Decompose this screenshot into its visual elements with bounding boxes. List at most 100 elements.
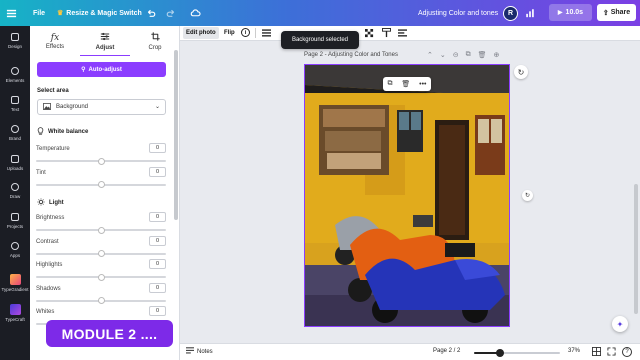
home-icon[interactable] bbox=[6, 0, 17, 26]
slider-value-input[interactable]: 0 bbox=[149, 235, 166, 246]
refresh-icon[interactable]: ↻ bbox=[514, 65, 528, 79]
copy-icon[interactable]: ⧉ bbox=[387, 80, 392, 88]
sidebar-item-uploads[interactable]: Uploads bbox=[0, 154, 30, 171]
rotate-handle-icon[interactable]: ↻ bbox=[522, 190, 533, 201]
position-icon[interactable] bbox=[262, 29, 271, 39]
zoom-slider[interactable] bbox=[474, 349, 560, 357]
info-icon[interactable]: i bbox=[241, 28, 250, 37]
sidebar-item-label: Design bbox=[7, 44, 22, 49]
white-balance-heading: White balance bbox=[37, 127, 88, 137]
slider-track[interactable] bbox=[36, 157, 166, 165]
magic-wand-icon: ⚲ bbox=[81, 67, 86, 73]
sidebar-item-label: TypeCraft bbox=[5, 317, 25, 322]
chevron-up-icon[interactable]: ⌃ bbox=[427, 51, 433, 59]
document-title[interactable]: Adjusting Color and tones bbox=[418, 0, 498, 26]
transparency-icon[interactable] bbox=[365, 29, 374, 40]
effects-icon[interactable] bbox=[398, 29, 407, 39]
fullscreen-icon[interactable] bbox=[607, 347, 616, 358]
auto-adjust-button[interactable]: ⚲ Auto-adjust bbox=[37, 62, 166, 77]
present-button[interactable]: ▶ 10.0s bbox=[549, 4, 592, 21]
slider-knob[interactable] bbox=[97, 226, 105, 234]
sidebar-item-design[interactable]: Design bbox=[0, 32, 30, 49]
select-area-dropdown[interactable]: Background ⌄ bbox=[37, 99, 166, 115]
duplicate-icon[interactable]: ⧉ bbox=[466, 51, 471, 59]
slider-knob[interactable] bbox=[97, 297, 105, 304]
slider-track[interactable] bbox=[36, 297, 166, 304]
sun-icon bbox=[37, 198, 45, 208]
sidebar-item-label: Apps bbox=[9, 253, 21, 258]
crown-icon: ♛ bbox=[57, 10, 64, 17]
tab-crop[interactable]: Crop bbox=[130, 26, 180, 56]
top-bar: File ♛ Resize & Magic Switch Adjusting C… bbox=[0, 0, 640, 26]
slider-value-input[interactable]: 0 bbox=[149, 306, 166, 316]
typecraft-icon bbox=[9, 304, 21, 315]
tab-effects[interactable]: fx Effects bbox=[30, 26, 80, 56]
slider-value-input[interactable]: 0 bbox=[149, 166, 166, 177]
zoom-slider-knob[interactable] bbox=[495, 349, 504, 357]
slider-knob[interactable] bbox=[97, 250, 105, 257]
chart-icon[interactable] bbox=[525, 0, 535, 26]
cloud-saved-icon[interactable] bbox=[190, 0, 201, 26]
slider-value-input[interactable]: 0 bbox=[149, 143, 166, 153]
resize-label: Resize & Magic Switch bbox=[66, 9, 142, 17]
help-icon[interactable]: ? bbox=[622, 347, 632, 357]
canvas-page[interactable] bbox=[304, 64, 510, 327]
slider-knob[interactable] bbox=[97, 157, 105, 165]
sidebar-item-typegradient[interactable]: TypeGradient bbox=[0, 274, 30, 292]
slider-knob[interactable] bbox=[97, 181, 105, 188]
canvas-workspace: Edit photo Flip i Background selected Pa… bbox=[180, 26, 640, 360]
sidebar-item-brand[interactable]: Brand bbox=[0, 124, 30, 141]
slider-label: Temperature bbox=[36, 146, 70, 152]
sidebar-item-apps[interactable]: Apps bbox=[0, 241, 30, 258]
scooter-photo[interactable] bbox=[305, 65, 510, 327]
slider-track[interactable] bbox=[36, 250, 166, 257]
module-banner-text: MODULE 2 .... bbox=[61, 325, 158, 342]
lock-icon[interactable]: ⊝ bbox=[453, 51, 459, 59]
file-menu[interactable]: File bbox=[33, 0, 45, 26]
slider-value-input[interactable]: 0 bbox=[149, 282, 166, 293]
panel-scrollbar[interactable] bbox=[174, 50, 178, 220]
slider-label: Whites bbox=[36, 309, 55, 315]
sidebar-item-text[interactable]: Text bbox=[0, 95, 30, 112]
image-icon bbox=[43, 102, 51, 112]
slider-track[interactable] bbox=[36, 226, 166, 234]
more-icon[interactable]: ••• bbox=[419, 81, 426, 88]
tab-adjust[interactable]: Adjust bbox=[80, 26, 130, 56]
redo-icon[interactable] bbox=[166, 0, 176, 26]
notes-button[interactable]: Notes bbox=[186, 347, 213, 356]
slider-label: Brightness bbox=[36, 215, 65, 221]
sidebar-item-typecraft[interactable]: TypeCraft bbox=[0, 304, 30, 322]
apps-icon bbox=[10, 241, 20, 251]
style-paint-icon[interactable] bbox=[382, 28, 391, 40]
edit-photo-button[interactable]: Edit photo bbox=[183, 27, 219, 39]
light-title: Light bbox=[49, 200, 64, 206]
select-area-label: Select area bbox=[37, 88, 69, 94]
chevron-down-icon[interactable]: ⌄ bbox=[440, 51, 446, 59]
sidebar-item-projects[interactable]: Projects bbox=[0, 212, 30, 229]
resize-magic-switch-button[interactable]: ♛ Resize & Magic Switch bbox=[57, 0, 142, 26]
flip-button[interactable]: Flip bbox=[224, 27, 235, 39]
share-icon: ⇪ bbox=[602, 9, 609, 17]
slider-track[interactable] bbox=[36, 273, 166, 281]
share-button[interactable]: ⇪ Share bbox=[597, 4, 636, 21]
undo-icon[interactable] bbox=[146, 0, 156, 26]
slider-value-input[interactable]: 0 bbox=[149, 259, 166, 269]
sidebar-item-elements[interactable]: Elements bbox=[0, 66, 30, 83]
page-title[interactable]: Page 2 - Adjusting Color and Tones bbox=[304, 52, 398, 58]
context-toolbar: Edit photo Flip i bbox=[180, 26, 640, 41]
slider-value-input[interactable]: 0 bbox=[149, 212, 166, 222]
slider-track[interactable] bbox=[36, 181, 166, 188]
magic-assist-icon[interactable]: ✦ bbox=[612, 316, 628, 332]
page-indicator[interactable]: Page 2 / 2 bbox=[433, 348, 460, 354]
delete-icon[interactable]: 🗑 bbox=[478, 51, 487, 59]
add-page-icon[interactable]: ⊕ bbox=[494, 51, 500, 59]
avatar[interactable]: R bbox=[503, 0, 518, 26]
sidebar-item-draw[interactable]: Draw bbox=[0, 182, 30, 199]
trash-icon[interactable]: 🗑 bbox=[401, 80, 410, 88]
workspace-scrollbar[interactable] bbox=[634, 184, 638, 314]
avatar-initial: R bbox=[503, 5, 518, 21]
slider-knob[interactable] bbox=[97, 273, 105, 281]
grid-view-icon[interactable] bbox=[592, 347, 601, 358]
zoom-label[interactable]: 37% bbox=[568, 348, 580, 354]
select-area-value: Background bbox=[56, 104, 89, 110]
